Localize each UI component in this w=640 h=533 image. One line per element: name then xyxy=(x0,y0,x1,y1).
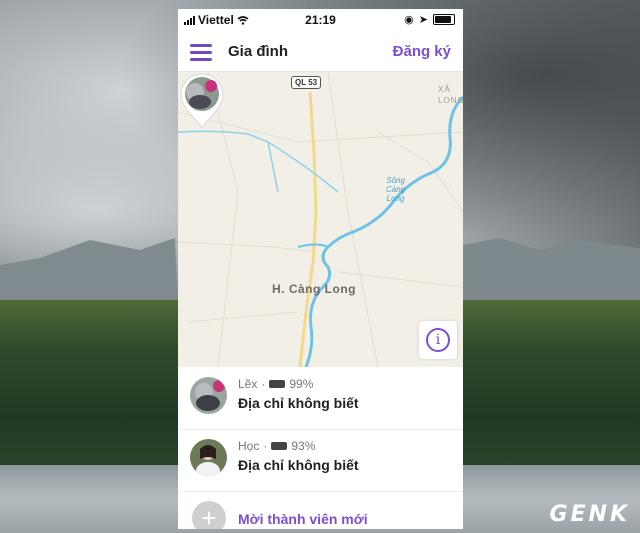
info-icon: i xyxy=(426,328,450,352)
battery-icon xyxy=(271,442,288,450)
navbar: Gia đình Đăng ký xyxy=(178,33,463,72)
map-label-river: Sông Càng Long xyxy=(386,176,406,203)
avatar xyxy=(190,439,227,476)
phone-screen: Viettel 21:19 ◉ ➤ Gia đình Đăng ký QL 53… xyxy=(178,9,463,529)
menu-icon[interactable] xyxy=(190,44,212,61)
member-name: Học xyxy=(238,439,260,453)
member-name-line: Học · 93% xyxy=(238,439,316,453)
member-row[interactable]: Học · 93% Địa chỉ không biết xyxy=(178,429,463,492)
battery-percent: 93% xyxy=(291,439,316,453)
rotation-lock-icon: ◉ xyxy=(404,14,414,26)
battery-percent: 99% xyxy=(289,377,314,391)
member-address: Địa chỉ không biết xyxy=(238,395,359,411)
member-list: Lẽx · 99% Địa chỉ không biết Học · 93% Đ… xyxy=(178,367,463,529)
status-bar: Viettel 21:19 ◉ ➤ xyxy=(178,9,463,29)
map-label-xa-long: XÃ LONG xyxy=(438,85,463,105)
member-row[interactable]: Lẽx · 99% Địa chỉ không biết xyxy=(178,367,463,430)
member-name: Lẽx xyxy=(238,377,258,391)
map-view[interactable]: QL 53 XÃ LONG Sông Càng Long H. Càng Lon… xyxy=(178,72,463,367)
battery-icon xyxy=(433,14,455,25)
map-label-place: H. Càng Long xyxy=(272,282,356,296)
avatar xyxy=(190,377,227,414)
invite-member-label: Mời thành viên mới xyxy=(238,511,368,527)
info-button[interactable]: i xyxy=(419,321,457,359)
register-button[interactable]: Đăng ký xyxy=(393,43,451,60)
member-address: Địa chỉ không biết xyxy=(238,457,359,473)
road-badge: QL 53 xyxy=(291,76,322,89)
page-title: Gia đình xyxy=(228,43,288,60)
member-location-pin[interactable] xyxy=(178,72,226,130)
location-arrow-icon: ➤ xyxy=(418,14,428,26)
plus-icon: + xyxy=(192,501,226,529)
invite-member-row[interactable]: + Mời thành viên mới xyxy=(178,491,463,529)
status-right: ◉ ➤ xyxy=(404,13,455,26)
genk-watermark-logo: GENK xyxy=(549,502,630,527)
battery-icon xyxy=(269,380,286,388)
member-name-line: Lẽx · 99% xyxy=(238,377,314,391)
